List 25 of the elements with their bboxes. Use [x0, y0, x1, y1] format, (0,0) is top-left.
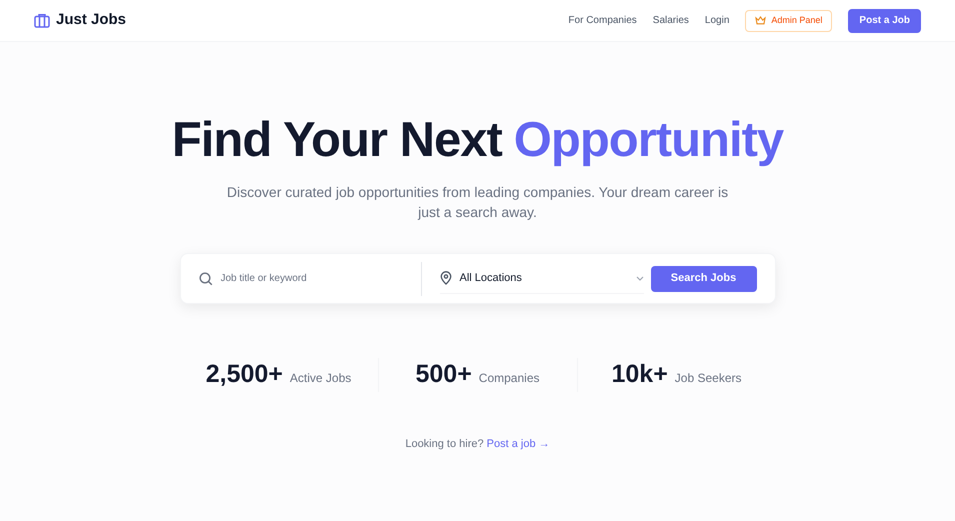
search-jobs-button[interactable]: Search Jobs	[650, 266, 756, 292]
map-pin-icon	[440, 271, 452, 285]
stat-label: Job Seekers	[674, 370, 742, 387]
brand-name[interactable]: Just Jobs	[56, 9, 126, 32]
hire-prompt: Looking to hire?	[405, 438, 484, 450]
search-icon	[198, 272, 212, 286]
briefcase-icon	[34, 13, 50, 28]
stat-value: 10k+	[611, 359, 668, 390]
stat-label: Active Jobs	[290, 370, 352, 387]
crown-icon	[755, 16, 766, 25]
post-job-button[interactable]: Post a Job	[848, 8, 921, 32]
hero-title: Find Your Next	[172, 116, 502, 165]
nav-link[interactable]: Salaries	[652, 13, 689, 28]
stat-label: Companies	[478, 370, 540, 387]
admin-panel-button[interactable]: Admin Panel	[745, 10, 832, 32]
post-job-link[interactable]: Post a job →	[486, 438, 550, 450]
hero-subtitle: Discover curated job opportunities from leading companies. Your dream career is just a search away.	[226, 183, 730, 222]
nav-link[interactable]: For Companies	[568, 13, 637, 28]
location-select[interactable]: All Locations	[440, 264, 644, 294]
nav-link[interactable]: Login	[704, 13, 730, 28]
hero-title-highlight: Opportunity	[514, 116, 784, 165]
chevron-down-icon	[636, 276, 644, 280]
stat-value: 500+	[415, 359, 472, 390]
keyword-field[interactable]: Job title or keyword	[220, 271, 400, 286]
stat-value: 2,500+	[206, 359, 283, 390]
